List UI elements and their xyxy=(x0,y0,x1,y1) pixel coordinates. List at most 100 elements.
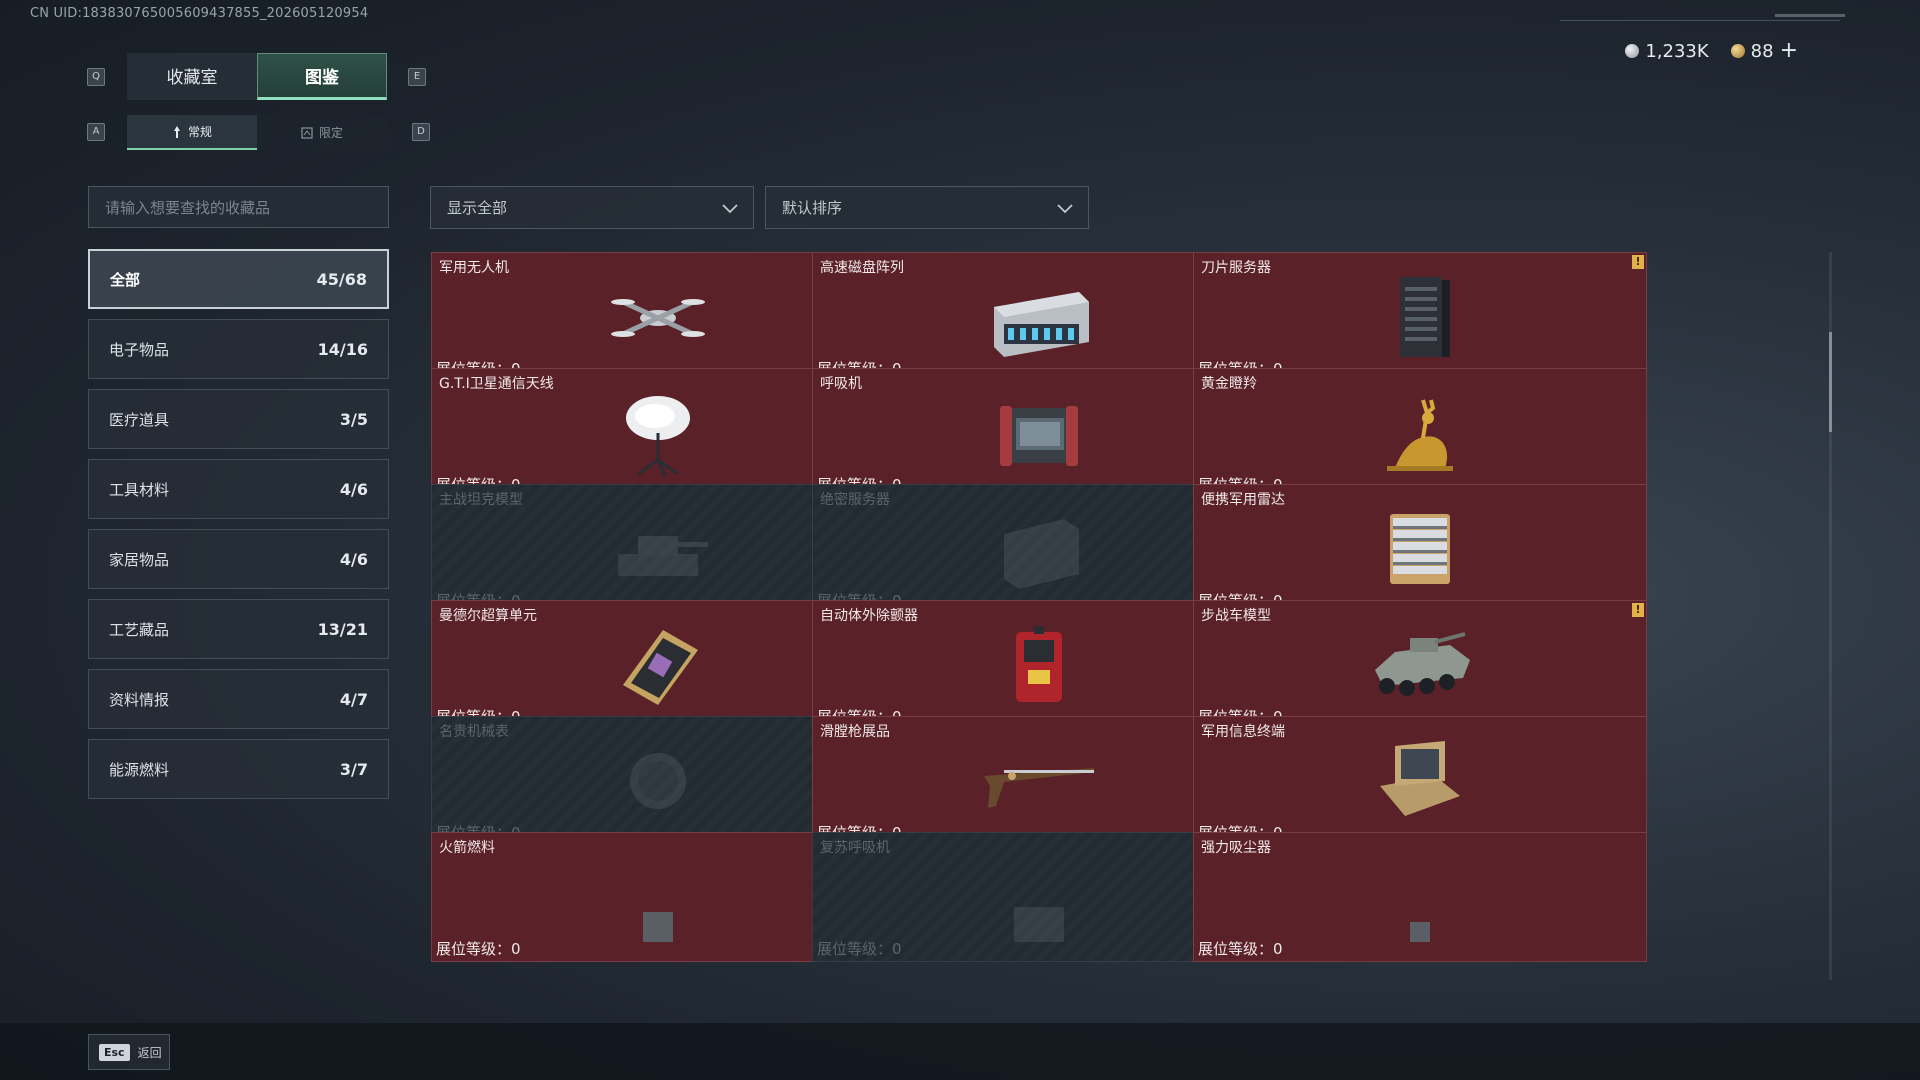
disk-array-icon xyxy=(984,272,1094,362)
category-count: 3/5 xyxy=(339,409,368,429)
silver-currency: 1,233K xyxy=(1625,40,1709,62)
category-label: 能源燃料 xyxy=(109,760,170,779)
sort-dropdown-value: 默认排序 xyxy=(782,199,843,217)
new-badge-icon: ! xyxy=(1632,255,1644,269)
card-title: 滑膛枪展品 xyxy=(820,724,890,740)
tab-catalog[interactable]: 图鉴 xyxy=(257,53,387,100)
category-count: 3/7 xyxy=(339,759,368,779)
ifv-model-icon xyxy=(1365,620,1475,710)
card-level: 展位等级：0 xyxy=(436,940,521,958)
esc-key: Esc xyxy=(99,1043,130,1061)
category-crafts[interactable]: 工艺藏品 13/21 xyxy=(88,599,389,659)
currency-bar: 1,233K 88 + xyxy=(1625,40,1798,62)
card-title: 便携军用雷达 xyxy=(1201,492,1285,508)
card-title: 刀片服务器 xyxy=(1201,260,1271,276)
filter-dropdown-value: 显示全部 xyxy=(447,199,508,217)
category-tools[interactable]: 工具材料 4/6 xyxy=(88,459,389,519)
card-title: 步战车模型 xyxy=(1201,608,1271,624)
category-list: 全部 45/68 电子物品 14/16 医疗道具 3/5 工具材料 4/6 家居物品 4/… xyxy=(88,249,389,809)
silver-coin-icon xyxy=(1625,44,1640,58)
category-label: 全部 xyxy=(110,270,141,289)
satellite-dish-icon xyxy=(603,388,713,478)
chevron-down-icon xyxy=(722,204,738,214)
footer-bar xyxy=(0,1023,1920,1080)
category-electronics[interactable]: 电子物品 14/16 xyxy=(88,319,389,379)
collection-card[interactable]: 强力吸尘器展位等级：0 xyxy=(1193,832,1647,962)
key-hint-q: Q xyxy=(87,68,105,86)
subtab-limited[interactable]: 限定 xyxy=(257,115,387,150)
back-label: 返回 xyxy=(137,1045,162,1060)
card-title: 自动体外除颤器 xyxy=(820,608,918,624)
collection-card[interactable]: 黄金瞪羚展位等级：0 xyxy=(1193,368,1647,498)
decorative-line xyxy=(1560,20,1840,21)
limited-icon xyxy=(301,126,313,139)
subtab-limited-label: 限定 xyxy=(318,126,343,140)
collection-card[interactable]: 便携军用雷达展位等级：0 xyxy=(1193,484,1647,614)
secret-server-icon xyxy=(984,504,1094,594)
blade-server-icon xyxy=(1365,272,1475,362)
card-title: 火箭燃料 xyxy=(439,840,495,856)
add-currency-button[interactable]: + xyxy=(1780,40,1798,62)
filter-dropdown[interactable]: 显示全部 xyxy=(430,186,754,229)
tank-model-icon xyxy=(603,504,713,594)
new-badge-icon: ! xyxy=(1632,603,1644,617)
category-label: 工艺藏品 xyxy=(109,620,170,639)
subtab-regular-label: 常规 xyxy=(187,125,212,139)
category-label: 家居物品 xyxy=(109,550,170,569)
category-household[interactable]: 家居物品 4/6 xyxy=(88,529,389,589)
back-button[interactable]: Esc 返回 xyxy=(88,1034,170,1070)
subtab-regular[interactable]: 常规 xyxy=(127,115,257,150)
resuscitator-icon xyxy=(984,852,1094,942)
category-count: 4/7 xyxy=(339,689,368,709)
category-all[interactable]: 全部 45/68 xyxy=(88,249,389,309)
category-label: 工具材料 xyxy=(109,480,170,499)
card-title: 曼德尔超算单元 xyxy=(439,608,537,624)
category-count: 45/68 xyxy=(316,269,367,289)
category-count: 13/21 xyxy=(317,619,368,639)
card-title: 复苏呼吸机 xyxy=(820,840,890,856)
search-input[interactable]: 请输入想要查找的收藏品 xyxy=(88,186,389,228)
defibrillator-icon xyxy=(984,620,1094,710)
regular-icon xyxy=(173,125,180,138)
uid-text: CN UID:183830765005609437855_20260512095… xyxy=(30,6,369,21)
rocket-fuel-icon xyxy=(603,852,713,942)
tab-collection-room[interactable]: 收藏室 xyxy=(127,53,257,100)
collection-card[interactable]: 步战车模型展位等级：0! xyxy=(1193,600,1647,730)
info-terminal-icon xyxy=(1365,736,1475,826)
gold-amount: 88 xyxy=(1750,40,1774,62)
golden-gazelle-icon xyxy=(1365,388,1475,478)
category-count: 4/6 xyxy=(339,479,368,499)
category-medical[interactable]: 医疗道具 3/5 xyxy=(88,389,389,449)
silver-amount: 1,233K xyxy=(1645,40,1709,62)
card-title: 绝密服务器 xyxy=(820,492,890,508)
card-level: 展位等级：0 xyxy=(1198,940,1283,958)
chevron-down-icon xyxy=(1057,204,1073,214)
category-label: 电子物品 xyxy=(109,340,170,359)
key-hint-d: D xyxy=(412,123,430,141)
drone-icon xyxy=(603,272,713,362)
category-count: 4/6 xyxy=(339,549,368,569)
sub-tabs: 常规 限定 xyxy=(127,115,387,150)
key-hint-a: A xyxy=(87,123,105,141)
card-title: 军用无人机 xyxy=(439,260,509,276)
musket-icon xyxy=(984,736,1094,826)
scrollbar-thumb[interactable] xyxy=(1829,332,1832,432)
card-title: 强力吸尘器 xyxy=(1201,840,1271,856)
sort-dropdown[interactable]: 默认排序 xyxy=(765,186,1089,229)
category-label: 资料情报 xyxy=(109,690,170,709)
main-tabs: 收藏室 图鉴 xyxy=(127,53,387,100)
category-intel[interactable]: 资料情报 4/7 xyxy=(88,669,389,729)
decorative-line xyxy=(1775,14,1845,17)
portable-radar-icon xyxy=(1365,504,1475,594)
card-title: G.T.I卫星通信天线 xyxy=(439,376,554,392)
ventilator-icon xyxy=(984,388,1094,478)
mechanical-watch-icon xyxy=(603,736,713,826)
collection-card[interactable]: 刀片服务器展位等级：0! xyxy=(1193,252,1647,382)
vacuum-icon xyxy=(1365,852,1475,942)
category-energy[interactable]: 能源燃料 3/7 xyxy=(88,739,389,799)
card-level: 展位等级：0 xyxy=(817,940,902,958)
collection-grid: 军用无人机展位等级：0 高速磁盘阵列展位等级：0 刀片服务器展位等级：0! G.T.I… xyxy=(431,252,1819,980)
card-title: 主战坦克模型 xyxy=(439,492,523,508)
collection-card[interactable]: 军用信息终端展位等级：0 xyxy=(1193,716,1647,846)
grid-scrollbar[interactable] xyxy=(1829,252,1832,980)
